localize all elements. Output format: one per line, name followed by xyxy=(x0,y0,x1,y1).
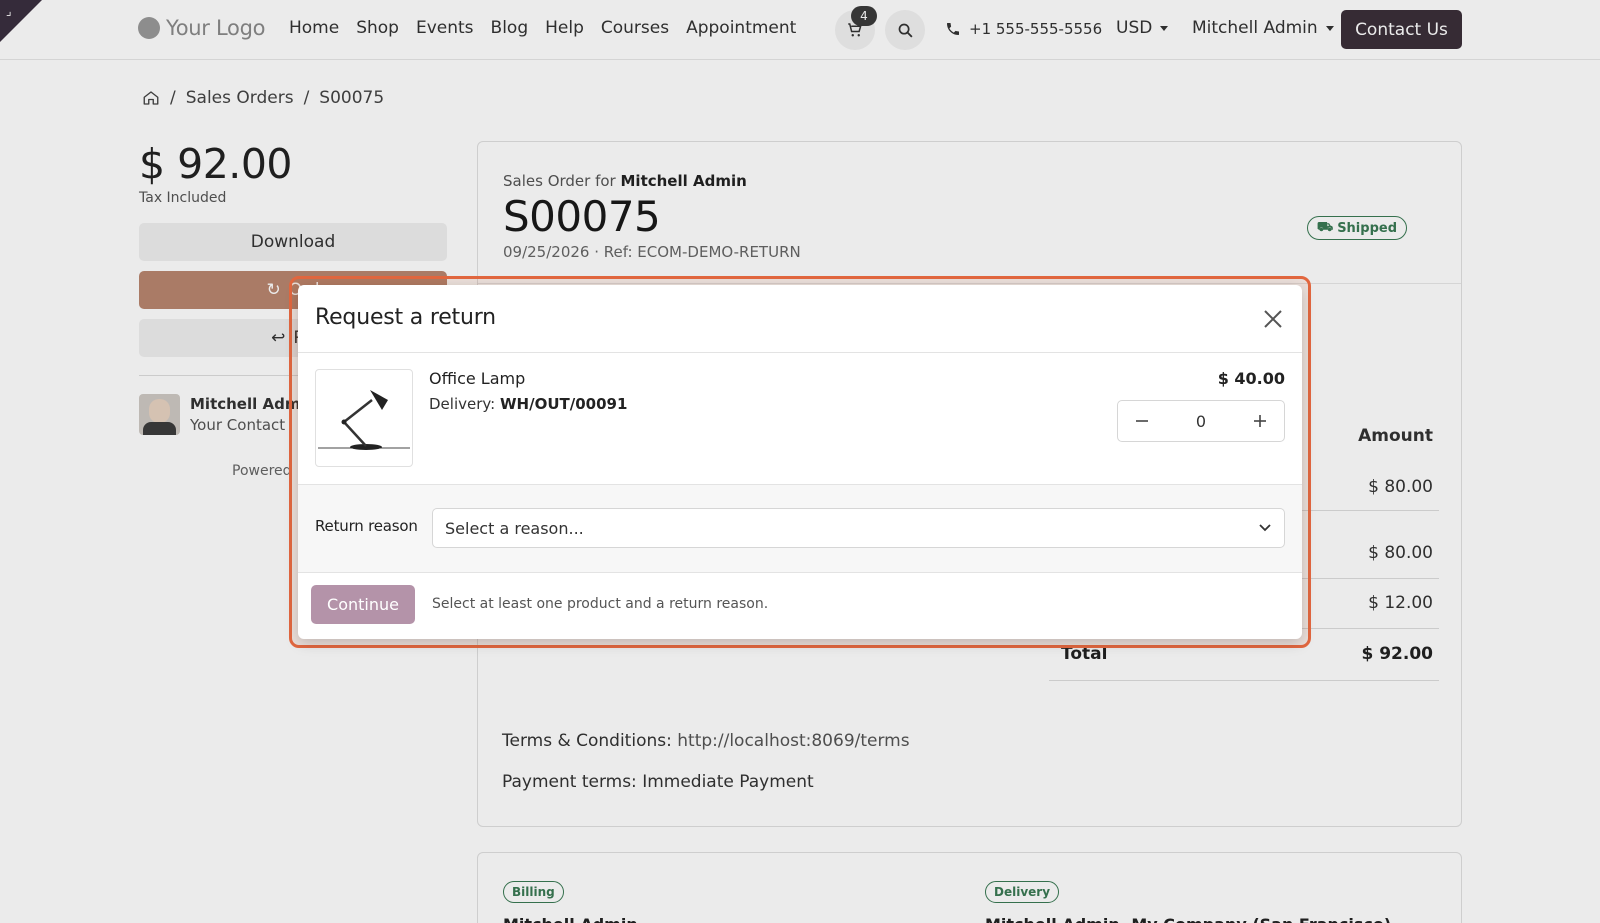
continue-button[interactable]: Continue xyxy=(311,585,415,624)
close-icon[interactable] xyxy=(1261,307,1285,331)
return-reason-placeholder: Select a reason... xyxy=(445,518,584,538)
return-request-modal: Request a return Office Lamp Delivery: W… xyxy=(298,285,1302,639)
quantity-input[interactable] xyxy=(1171,411,1231,431)
plus-icon xyxy=(1254,415,1266,427)
chevron-down-icon xyxy=(1259,524,1271,532)
return-reason-label: Return reason xyxy=(315,517,418,535)
return-product-row: Office Lamp Delivery: WH/OUT/00091 $ 40.… xyxy=(298,353,1302,485)
quantity-stepper xyxy=(1117,400,1285,442)
modal-header: Request a return xyxy=(298,285,1302,353)
product-name: Office Lamp xyxy=(429,369,526,388)
return-reason-row: Return reason Select a reason... xyxy=(298,485,1302,573)
modal-footer: Continue Select at least one product and… xyxy=(298,573,1302,639)
minus-icon xyxy=(1136,420,1148,422)
decrease-quantity-button[interactable] xyxy=(1126,405,1158,437)
modal-title: Request a return xyxy=(315,305,496,330)
product-delivery: Delivery: WH/OUT/00091 xyxy=(429,395,628,413)
product-image xyxy=(315,369,413,467)
lamp-icon xyxy=(318,390,410,450)
delivery-reference: WH/OUT/00091 xyxy=(500,395,628,413)
increase-quantity-button[interactable] xyxy=(1244,405,1276,437)
validation-hint: Select at least one product and a return… xyxy=(432,596,769,612)
return-reason-select[interactable]: Select a reason... xyxy=(432,508,1285,548)
product-price: $ 40.00 xyxy=(1217,369,1285,388)
